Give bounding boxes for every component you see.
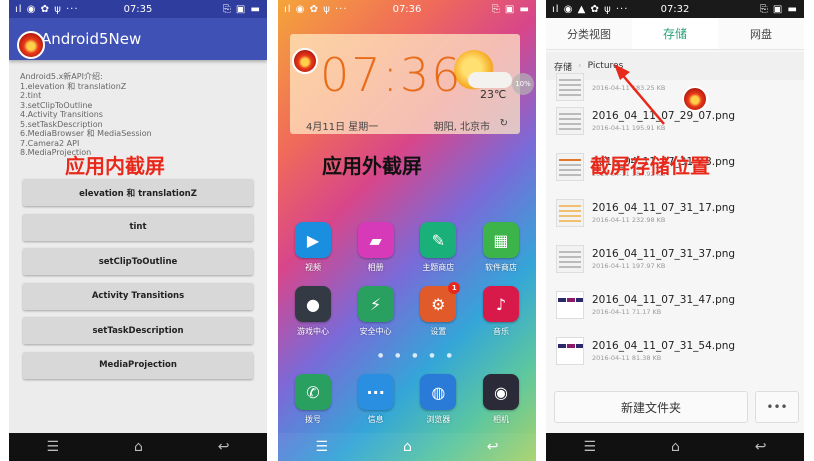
app-shortcut[interactable]: ✆ 拨号 bbox=[288, 374, 338, 425]
battery-icons: ⎘ ▣ ▬ bbox=[222, 3, 261, 15]
api-intro-text: Android5.x新API介绍: 1.elevation 和 translat… bbox=[20, 72, 220, 158]
app-label: 视频 bbox=[305, 263, 321, 272]
intro-line: 5.setTaskDescription bbox=[20, 119, 103, 129]
messages-icon: ··· bbox=[357, 374, 394, 410]
app-shortcut[interactable]: ♪ 音乐 bbox=[476, 286, 526, 337]
app-bar: Android5New bbox=[9, 18, 267, 60]
overlay-label-out-app: 应用外截屏 bbox=[322, 154, 422, 178]
app-shortcut[interactable]: ▦ 软件商店 bbox=[476, 222, 526, 273]
menu-icon[interactable]: ☰ bbox=[46, 439, 59, 455]
status-bar: ıl ◉ ✿ ψ ··· 07:35 ⎘ ▣ ▬ bbox=[9, 0, 267, 18]
status-bar: ıl ◉ ✿ ψ ··· 07:36 ⎘ ▣ ▬ bbox=[278, 0, 536, 18]
app-shortcut[interactable]: ··· 信息 bbox=[351, 374, 401, 425]
api-demo-button[interactable]: tint bbox=[23, 213, 253, 241]
phone-in-app-screenshot: ıl ◉ ✿ ψ ··· 07:35 ⎘ ▣ ▬ Android5New And… bbox=[9, 0, 267, 461]
app-shortcut[interactable]: ▶ 视频 bbox=[288, 222, 338, 273]
app-shortcut[interactable]: ⚙ 1 设置 bbox=[413, 282, 463, 337]
intro-line: 3.setClipToOutline bbox=[20, 100, 93, 110]
app-label: 浏览器 bbox=[426, 415, 451, 424]
widget-clock: 07:36 bbox=[320, 48, 463, 102]
new-folder-button[interactable]: 新建文件夹 bbox=[554, 391, 748, 423]
theme-store-icon: ✎ bbox=[420, 222, 457, 258]
app-shortcut[interactable]: ▰ 相册 bbox=[351, 222, 401, 273]
game-center-icon: ● bbox=[295, 286, 331, 322]
gallery-icon: ▰ bbox=[357, 222, 394, 258]
home-icon[interactable]: ⌂ bbox=[134, 439, 143, 455]
intro-line: Android5.x新API介绍: bbox=[20, 72, 103, 81]
status-time: 07:35 bbox=[123, 3, 153, 15]
widget-city: 朝阳, 北京市 bbox=[433, 122, 490, 133]
app-label: 拨号 bbox=[305, 415, 321, 424]
app-shortcut[interactable]: ◉ 相机 bbox=[476, 374, 526, 425]
back-icon[interactable]: ↩ bbox=[755, 439, 767, 455]
phone-icon: ✆ bbox=[295, 374, 331, 410]
app-store-icon: ▦ bbox=[482, 222, 519, 258]
api-demo-button[interactable]: setTaskDescription bbox=[23, 317, 253, 344]
app-label: 主题商店 bbox=[422, 263, 455, 272]
signal-icons: ıl ◉ ✿ ψ ··· bbox=[15, 3, 79, 15]
app-shortcut[interactable]: ● 游戏中心 bbox=[288, 286, 338, 337]
api-demo-button[interactable]: MediaProjection bbox=[23, 351, 253, 379]
intro-line: 2.tint bbox=[20, 91, 42, 100]
app-shortcut[interactable]: ⚡ 安全中心 bbox=[351, 286, 401, 337]
home-icon[interactable]: ⌂ bbox=[671, 439, 680, 455]
api-demo-button[interactable]: elevation 和 translationZ bbox=[23, 179, 253, 206]
camera-icon: ◉ bbox=[482, 374, 519, 410]
refresh-icon[interactable]: ↻ bbox=[500, 118, 508, 129]
more-options-button[interactable]: ••• bbox=[755, 391, 799, 423]
home-icon[interactable]: ⌂ bbox=[403, 439, 412, 455]
security-center-icon: ⚡ bbox=[357, 286, 394, 322]
app-label: 相机 bbox=[492, 415, 509, 424]
browser-icon: ◍ bbox=[420, 374, 457, 410]
back-icon[interactable]: ↩ bbox=[218, 439, 230, 455]
intro-line: 7.Camera2 API bbox=[20, 138, 80, 148]
dock: ✆ 拨号 ··· 信息 ◍ 浏览器 ◉ 相机 bbox=[288, 374, 526, 425]
app-logo-icon bbox=[17, 31, 45, 59]
battery-icons: ⎘ ▣ ▬ bbox=[491, 3, 530, 15]
widget-temperature: 23℃ bbox=[480, 88, 507, 101]
app-row-2: ● 游戏中心 ⚡ 安全中心 ⚙ 1 设置 ♪ 音乐 bbox=[288, 282, 526, 337]
phone-home-screen: ıl ◉ ✿ ψ ··· 07:36 ⎘ ▣ ▬ 07:36 23℃ 4月11日… bbox=[278, 0, 536, 461]
settings-icon: ⚙ 1 bbox=[420, 282, 461, 322]
intro-line: 6.MediaBrowser 和 MediaSession bbox=[20, 129, 152, 138]
clock-weather-widget[interactable]: 07:36 23℃ 4月11日 星期一 朝阳, 北京市 ↻ bbox=[290, 34, 520, 134]
music-icon: ♪ bbox=[482, 286, 519, 322]
signal-icons: ıl ◉ ✿ ψ ··· bbox=[284, 3, 348, 15]
nav-bar: ☰ ⌂ ↩ bbox=[278, 433, 536, 461]
nav-bar: ☰ ⌂ ↩ bbox=[9, 433, 267, 461]
widget-date: 4月11日 星期一 bbox=[306, 122, 379, 133]
floating-badge[interactable]: 10% bbox=[512, 73, 534, 95]
api-demo-button[interactable]: Activity Transitions bbox=[23, 282, 253, 310]
video-icon: ▶ bbox=[295, 222, 331, 258]
app-shortcut[interactable]: ✎ 主题商店 bbox=[413, 222, 463, 273]
api-demo-button[interactable]: setClipToOutline bbox=[23, 248, 253, 275]
app-title: Android5New bbox=[41, 30, 142, 48]
nav-bar: ☰ ⌂ ↩ bbox=[546, 433, 804, 461]
phone-file-manager: ıl ◉ ▲ ✿ ψ ··· 07:32 ⎘ ▣ ▬ 分类视图 存储 网盘 存储… bbox=[546, 0, 804, 461]
back-icon[interactable]: ↩ bbox=[487, 439, 499, 455]
overlay-label-in-app: 应用内截屏 bbox=[65, 154, 165, 178]
status-time: 07:36 bbox=[392, 3, 422, 15]
app-label: 游戏中心 bbox=[297, 327, 329, 336]
app-row-1: ▶ 视频 ▰ 相册 ✎ 主题商店 ▦ 软件商店 bbox=[288, 222, 526, 273]
app-label: 安全中心 bbox=[359, 327, 392, 336]
app-shortcut[interactable]: ◍ 浏览器 bbox=[413, 374, 463, 425]
app-label: 音乐 bbox=[492, 327, 509, 336]
app-logo-icon bbox=[292, 48, 318, 74]
app-label: 相册 bbox=[367, 263, 384, 272]
app-label: 信息 bbox=[367, 415, 384, 424]
menu-icon[interactable]: ☰ bbox=[583, 439, 596, 455]
cloud-icon bbox=[468, 72, 512, 88]
page-indicator: ● ● ● ● ● bbox=[378, 352, 457, 359]
menu-icon[interactable]: ☰ bbox=[315, 439, 328, 455]
intro-line: 1.elevation 和 translationZ bbox=[20, 81, 127, 91]
app-label: 软件商店 bbox=[484, 263, 517, 272]
app-label: 设置 bbox=[430, 327, 447, 336]
notification-badge: 1 bbox=[448, 282, 461, 294]
intro-line: 4.Activity Transitions bbox=[20, 110, 103, 119]
